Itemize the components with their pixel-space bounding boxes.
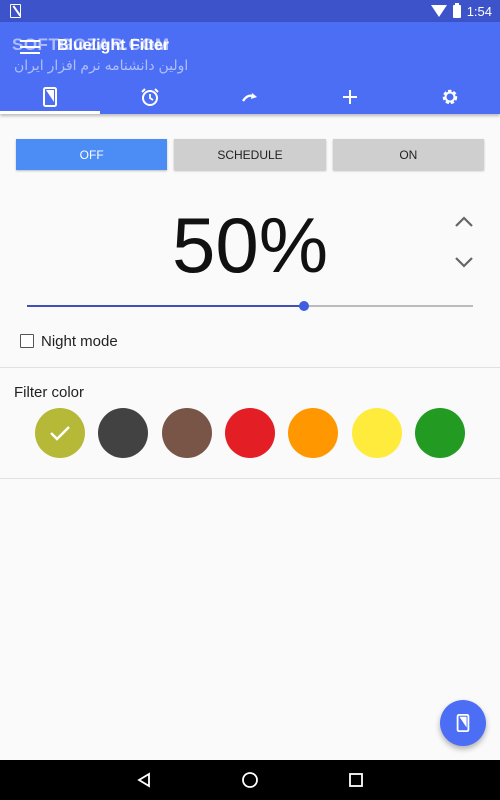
app-bar: SOFTGOZAR.COM اولین دانشنامه نرم افزار ا…: [0, 22, 500, 114]
phone-filter-icon: [456, 714, 470, 732]
recents-square-icon: [349, 773, 363, 787]
redo-arrow-icon: [242, 93, 257, 102]
slider-fill: [27, 305, 304, 307]
night-mode-label: Night mode: [41, 332, 118, 350]
menu-icon[interactable]: [20, 40, 40, 54]
plus-icon: [343, 90, 357, 104]
off-button[interactable]: OFF: [16, 139, 168, 170]
intensity-slider[interactable]: [27, 300, 473, 312]
toggle-filter-fab[interactable]: [440, 700, 486, 746]
tab-settings[interactable]: [400, 80, 500, 114]
system-nav-bar: [0, 760, 500, 800]
increase-button[interactable]: [450, 208, 478, 236]
intensity-percent: 50%: [171, 201, 329, 289]
filter-color-swatches: [35, 408, 465, 458]
color-swatch[interactable]: [351, 408, 402, 458]
decrease-button[interactable]: [450, 248, 478, 276]
color-swatch[interactable]: [288, 408, 339, 458]
slider-thumb[interactable]: [298, 301, 309, 311]
status-time: 1:54: [466, 3, 492, 19]
alarm-clock-icon: [141, 88, 159, 106]
no-sim-icon: [10, 4, 21, 18]
on-button[interactable]: ON: [332, 139, 484, 170]
recents-button[interactable]: [346, 770, 366, 790]
watermark-subtitle: اولین دانشنامه نرم افزار ایران: [14, 57, 189, 73]
status-right: 1:54: [430, 2, 492, 19]
status-bar: 1:54: [0, 0, 500, 22]
color-swatch[interactable]: [35, 408, 85, 458]
app-title: Bluelight Filter: [57, 37, 169, 54]
color-swatch[interactable]: [161, 408, 212, 458]
gear-icon: [442, 89, 458, 105]
tab-add[interactable]: [300, 80, 400, 114]
battery-icon: [452, 2, 461, 18]
mode-selector: OFF SCHEDULE ON: [16, 139, 484, 170]
tab-schedule[interactable]: [100, 80, 200, 114]
tab-filter[interactable]: [0, 80, 100, 114]
phone-filter-icon: [43, 87, 57, 107]
tab-redo[interactable]: [200, 80, 300, 114]
wifi-icon: [430, 5, 447, 17]
tab-bar: [0, 80, 500, 114]
chevron-down-icon: [455, 257, 473, 268]
chevron-up-icon: [455, 216, 473, 227]
divider: [0, 367, 500, 368]
home-button[interactable]: [240, 770, 260, 790]
schedule-button[interactable]: SCHEDULE: [174, 139, 326, 170]
back-button[interactable]: [134, 770, 154, 790]
night-mode-checkbox[interactable]: [20, 334, 34, 348]
color-swatch[interactable]: [414, 408, 465, 458]
color-swatch[interactable]: [98, 408, 149, 458]
back-triangle-icon: [137, 772, 150, 788]
checkmark-icon: [50, 426, 70, 441]
night-mode-toggle[interactable]: Night mode: [20, 332, 118, 350]
color-swatch[interactable]: [224, 408, 275, 458]
divider: [0, 478, 500, 479]
filter-color-label: Filter color: [14, 384, 85, 401]
home-circle-icon: [242, 772, 258, 788]
